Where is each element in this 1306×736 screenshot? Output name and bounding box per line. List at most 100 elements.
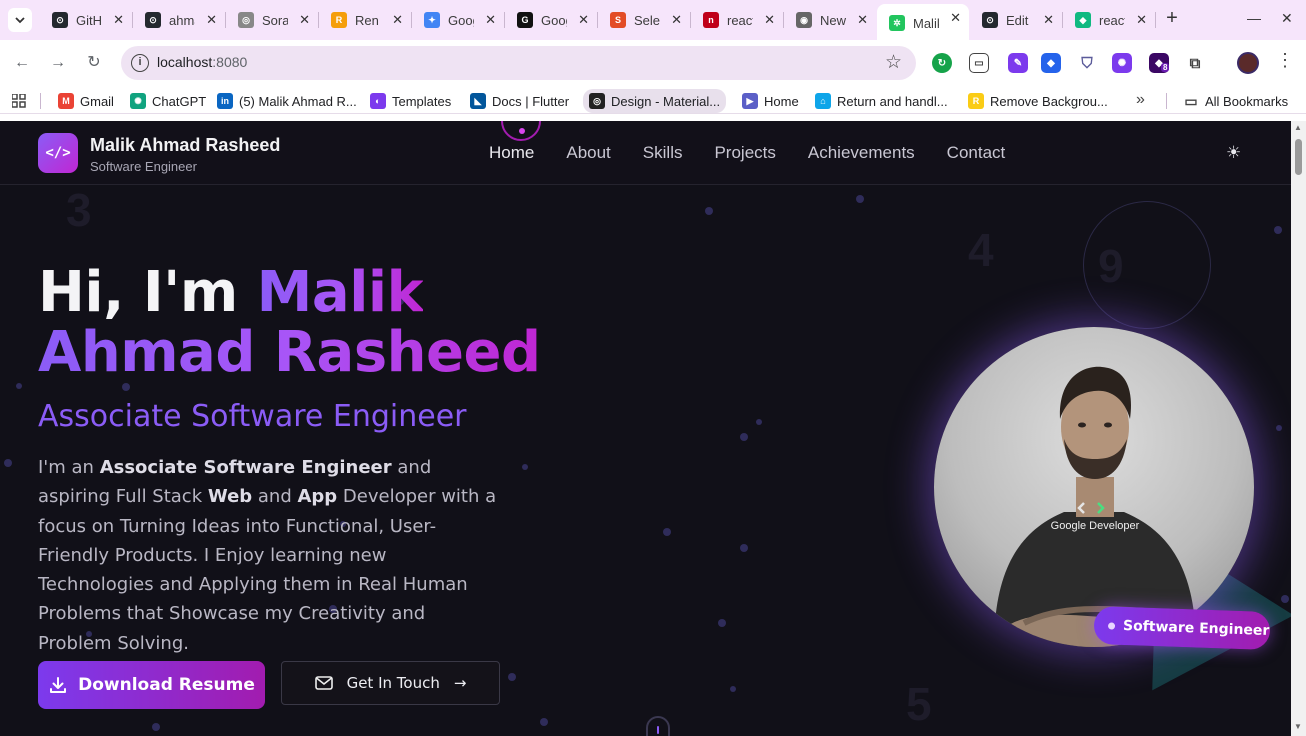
tab-favicon-icon: ◆ <box>1075 12 1091 28</box>
tab-search-button[interactable] <box>8 8 32 32</box>
more-bookmarks-icon[interactable]: » <box>1136 91 1145 109</box>
extension-draw-icon[interactable]: ✎ <box>1008 53 1028 73</box>
folder-icon: ▭ <box>1184 92 1198 109</box>
bookmark-item[interactable]: ◐ Templates <box>370 91 451 111</box>
tab-close-icon[interactable]: ✕ <box>671 12 682 28</box>
scroll-up-arrow[interactable]: ▲ <box>1294 123 1302 132</box>
close-window-button[interactable]: ✕ <box>1281 10 1293 27</box>
nav-link-skills[interactable]: Skills <box>643 143 683 163</box>
background-dot <box>705 207 713 215</box>
background-dot <box>16 383 22 389</box>
reload-button[interactable]: ↻ <box>83 52 105 74</box>
nav-link-about[interactable]: About <box>566 143 610 163</box>
extension-red-badge-icon[interactable]: ◆ <box>1041 53 1061 73</box>
profile-portrait: Google Developer <box>934 327 1254 647</box>
bookmark-item[interactable]: ⌂ Return and handl... <box>815 91 948 111</box>
tab-close-icon[interactable]: ✕ <box>113 12 124 28</box>
hero-description: I'm an Associate Software Engineer and a… <box>38 453 498 658</box>
tab-close-icon[interactable]: ✕ <box>1136 12 1147 28</box>
tab-close-icon[interactable]: ✕ <box>392 12 403 28</box>
nav-link-achievements[interactable]: Achievements <box>808 143 915 163</box>
tab-favicon-icon: ⊙ <box>982 12 998 28</box>
brand-name: Malik Ahmad Rasheed <box>90 135 281 155</box>
bookmark-item[interactable]: ▶ Home <box>742 91 799 111</box>
tab-close-icon[interactable]: ✕ <box>1043 12 1054 28</box>
badge-dot <box>1107 621 1116 630</box>
browser-tab[interactable]: ◉ New ✕ <box>784 6 876 34</box>
new-tab-button[interactable]: + <box>1162 8 1182 29</box>
site-info-icon[interactable]: i <box>131 54 149 72</box>
tab-title: Malik <box>913 15 939 31</box>
background-dot <box>522 464 528 470</box>
tab-favicon-icon: ◎ <box>238 12 254 28</box>
browser-tab[interactable]: R Ren ✕ <box>319 6 412 34</box>
browser-tab[interactable]: ✦ Google ✕ <box>412 6 505 34</box>
bookmark-label: Home <box>764 93 799 109</box>
browser-tab[interactable]: S Select ✕ <box>598 6 691 34</box>
bookmark-item[interactable]: R Remove Backgrou... <box>968 91 1108 111</box>
tab-close-icon[interactable]: ✕ <box>950 10 961 26</box>
browser-tab[interactable]: G Google ✕ <box>505 6 598 34</box>
bookmark-favicon-icon: ▶ <box>742 93 758 109</box>
extension-graduation-icon[interactable]: ◆ 8 <box>1149 53 1170 73</box>
site-header: </> Malik Ahmad Rasheed Software Enginee… <box>0 121 1291 185</box>
tab-close-icon[interactable]: ✕ <box>578 12 589 28</box>
code-logo-icon[interactable]: </> <box>38 133 78 173</box>
tab-close-icon[interactable]: ✕ <box>206 12 217 28</box>
tab-title: GitHub <box>76 12 102 28</box>
forward-button[interactable]: → <box>47 52 69 74</box>
hero-greeting: Hi, I'm <box>38 260 257 325</box>
tab-close-icon[interactable]: ✕ <box>764 12 775 28</box>
mail-icon <box>314 676 333 690</box>
hero-description-text: and <box>252 486 298 508</box>
minimize-window-button[interactable]: — <box>1247 10 1261 26</box>
extension-grammar-icon[interactable]: ↻ <box>932 53 952 73</box>
browser-tab[interactable]: ◆ react ✕ <box>1063 6 1156 34</box>
extension-shield-icon[interactable]: ⛉ <box>1077 53 1097 73</box>
page-scrollbar[interactable]: ▲ ▼ <box>1291 121 1306 736</box>
bookmark-item[interactable]: ◎ Design - Material... <box>583 89 727 113</box>
browser-tab[interactable]: ◎ Sora ✕ <box>226 6 319 34</box>
theme-toggle-sun-icon[interactable]: ☀ <box>1226 143 1241 163</box>
bookmark-item[interactable]: ◣ Docs | Flutter <box>470 91 569 111</box>
background-dot <box>740 544 748 552</box>
background-dot <box>756 419 762 425</box>
browser-toolbar: ← → ↻ i localhost:8080 ☆ ↻ ▭ ✎ ◆ ⛉ ✺ ◆ 8 … <box>0 40 1306 86</box>
get-in-touch-button[interactable]: Get In Touch → <box>281 661 500 705</box>
scrollbar-thumb[interactable] <box>1295 139 1302 175</box>
bookmark-item[interactable]: in (5) Malik Ahmad R... <box>217 91 357 111</box>
nav-link-projects[interactable]: Projects <box>714 143 775 163</box>
profile-avatar[interactable] <box>1237 52 1259 74</box>
tab-close-icon[interactable]: ✕ <box>857 12 868 28</box>
nav-link-contact[interactable]: Contact <box>947 143 1006 163</box>
address-bar[interactable]: i localhost:8080 ☆ <box>121 46 916 80</box>
browser-tab[interactable]: ✲ Malik ✕ <box>877 4 969 40</box>
scroll-down-indicator[interactable] <box>646 716 670 736</box>
tab-close-icon[interactable]: ✕ <box>485 12 496 28</box>
browser-tab[interactable]: ⊙ Edit ✕ <box>970 6 1063 34</box>
extension-screen-icon[interactable]: ▭ <box>969 53 989 73</box>
bookmark-item[interactable]: ✺ ChatGPT <box>130 91 206 111</box>
tab-close-icon[interactable]: ✕ <box>299 12 310 28</box>
nav-link-home[interactable]: Home <box>489 143 534 163</box>
browser-tab[interactable]: nreact ✕ <box>691 6 784 34</box>
bookmark-item[interactable]: M Gmail <box>58 91 114 111</box>
tab-title: Google <box>448 12 474 28</box>
all-bookmarks-folder[interactable]: ▭ All Bookmarks <box>1183 91 1288 111</box>
browser-tab[interactable]: ⊙ GitHub ✕ <box>40 6 133 34</box>
browser-menu-icon[interactable]: ⋮ <box>1276 50 1294 71</box>
bookmark-star-icon[interactable]: ☆ <box>885 51 902 74</box>
bookmark-favicon-icon: ◐ <box>370 93 386 109</box>
scroll-down-arrow[interactable]: ▼ <box>1294 722 1302 731</box>
download-icon <box>50 677 67 693</box>
apps-grid-icon[interactable] <box>12 91 26 111</box>
hero-name-first: Malik <box>256 260 424 325</box>
extensions-puzzle-icon[interactable]: ⧉ <box>1185 53 1205 73</box>
back-button[interactable]: ← <box>11 52 33 74</box>
bookmark-label: Gmail <box>80 93 114 109</box>
background-ring <box>1083 201 1211 329</box>
download-resume-button[interactable]: Download Resume <box>38 661 265 709</box>
background-dot <box>540 718 548 726</box>
browser-tab[interactable]: ⊙ ahmad ✕ <box>133 6 226 34</box>
extension-gear-icon[interactable]: ✺ <box>1112 53 1132 73</box>
